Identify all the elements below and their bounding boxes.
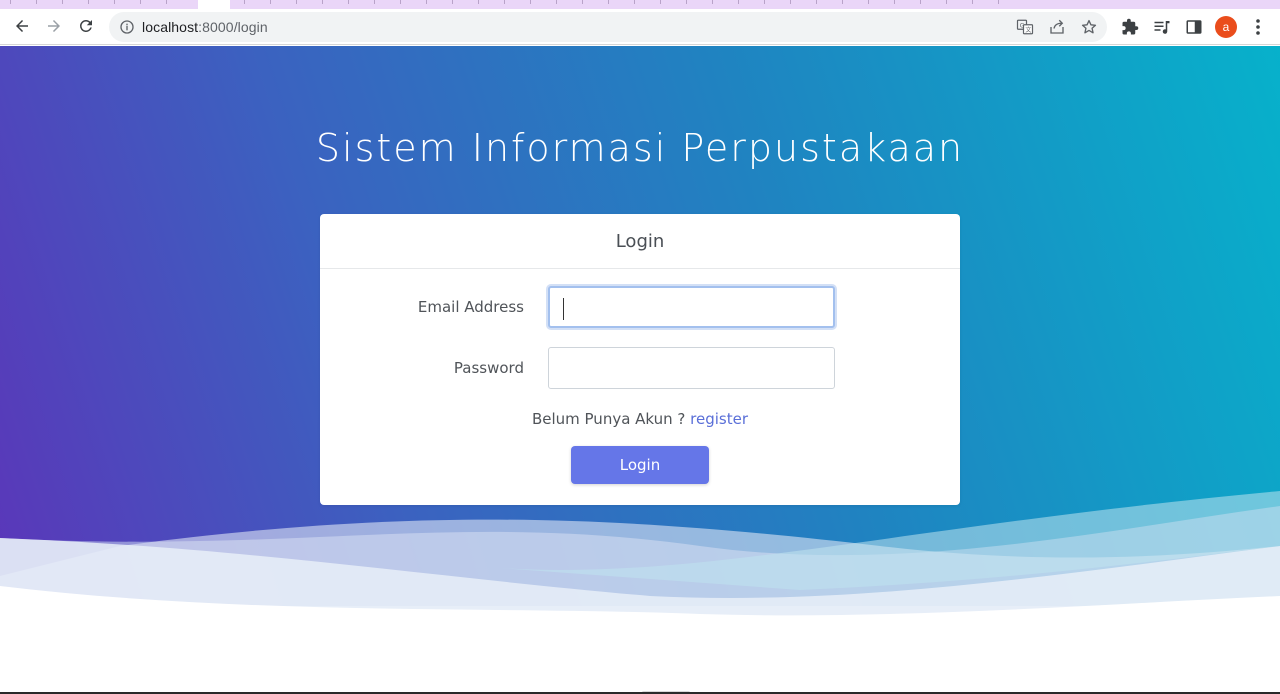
email-row: Email Address xyxy=(320,286,960,330)
back-arrow-icon xyxy=(16,20,28,32)
tab-divider xyxy=(894,0,895,4)
reading-list-icon[interactable] xyxy=(1153,18,1171,36)
password-label: Password xyxy=(453,359,524,377)
tab-divider xyxy=(764,0,765,4)
wave-decoration xyxy=(0,491,1280,694)
tab-divider xyxy=(530,0,531,4)
tab-divider xyxy=(608,0,609,4)
forward-arrow-icon xyxy=(48,20,60,32)
tab-divider xyxy=(738,0,739,4)
page-viewport: Sistem Informasi Perpustakaan Login Emai… xyxy=(0,46,1280,694)
login-card: Login Email Address Password Belum Punya… xyxy=(320,214,960,505)
more-menu-icon[interactable] xyxy=(1250,18,1266,36)
active-tab-gap xyxy=(198,0,230,9)
tab-divider xyxy=(582,0,583,4)
tab-divider xyxy=(296,0,297,4)
back-button[interactable] xyxy=(8,12,36,40)
tab-divider xyxy=(478,0,479,4)
tab-divider xyxy=(114,0,115,4)
tab-divider xyxy=(816,0,817,4)
tab-divider xyxy=(504,0,505,4)
translate-icon[interactable]: G文 xyxy=(1016,18,1034,36)
tab-divider xyxy=(556,0,557,4)
svg-text:文: 文 xyxy=(1025,26,1031,34)
tab-divider xyxy=(634,0,635,4)
tab-divider xyxy=(322,0,323,4)
side-panel-icon[interactable] xyxy=(1185,18,1203,36)
reload-button[interactable] xyxy=(72,12,100,40)
tab-divider xyxy=(712,0,713,4)
tab-divider xyxy=(244,0,245,4)
tab-divider xyxy=(88,0,89,4)
tab-divider xyxy=(452,0,453,4)
tab-divider xyxy=(790,0,791,4)
forward-button[interactable] xyxy=(40,12,68,40)
tab-divider xyxy=(946,0,947,4)
tab-divider xyxy=(426,0,427,4)
tab-divider xyxy=(972,0,973,4)
tab-divider xyxy=(374,0,375,4)
url-host: localhost xyxy=(142,19,199,35)
profile-avatar[interactable]: a xyxy=(1215,16,1237,38)
tab-divider xyxy=(62,0,63,4)
tab-divider xyxy=(10,0,11,4)
reload-icon xyxy=(79,19,92,32)
tab-divider xyxy=(686,0,687,4)
login-button[interactable]: Login xyxy=(571,446,709,484)
password-field[interactable] xyxy=(548,347,835,389)
address-bar[interactable]: localhost:8000/login G文 xyxy=(109,12,1107,42)
password-row: Password xyxy=(320,347,960,391)
tab-divider xyxy=(348,0,349,4)
tab-divider xyxy=(660,0,661,4)
tab-divider xyxy=(842,0,843,4)
tab-divider xyxy=(400,0,401,4)
extensions-puzzle-icon[interactable] xyxy=(1121,18,1139,36)
tab-strip xyxy=(0,0,1280,9)
login-card-header: Login xyxy=(320,214,960,269)
site-title: Sistem Informasi Perpustakaan xyxy=(315,126,965,170)
site-info-icon[interactable] xyxy=(119,19,135,35)
tab-divider xyxy=(36,0,37,4)
text-caret xyxy=(563,298,564,320)
bookmark-star-icon[interactable] xyxy=(1080,18,1098,36)
email-field[interactable] xyxy=(548,286,835,328)
url-text[interactable]: localhost:8000/login xyxy=(142,19,268,35)
tab-divider xyxy=(270,0,271,4)
tab-divider xyxy=(140,0,141,4)
tab-divider xyxy=(998,0,999,4)
tab-divider xyxy=(920,0,921,4)
browser-toolbar: localhost:8000/login G文 a xyxy=(0,9,1280,45)
email-label: Email Address xyxy=(417,298,524,316)
share-icon[interactable] xyxy=(1048,18,1066,36)
tab-divider xyxy=(868,0,869,4)
url-path: :8000/login xyxy=(198,19,268,35)
register-link[interactable]: register xyxy=(690,410,748,428)
tab-divider xyxy=(166,0,167,4)
register-prompt: Belum Punya Akun ? xyxy=(531,410,686,428)
register-prompt-line: Belum Punya Akun ? register xyxy=(320,410,960,428)
